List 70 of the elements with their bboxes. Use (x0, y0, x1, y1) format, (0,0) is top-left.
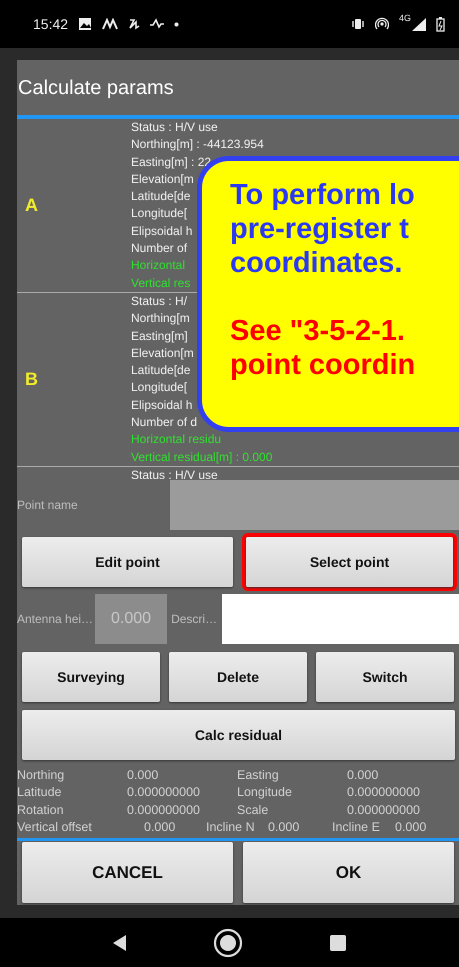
residual-text: Vertical res (131, 274, 190, 292)
callout-text: To perform lo pre-register t coordinates. (230, 178, 416, 280)
info-text: Longitude[ (131, 205, 188, 222)
point-label: B (25, 369, 38, 390)
result-value: 0.000000000 (347, 784, 421, 802)
info-text: Northing[m (131, 310, 190, 328)
field-label: Antenna hei… (17, 612, 94, 626)
network-type: 4G (398, 13, 411, 23)
description-field[interactable] (222, 594, 459, 644)
action-button[interactable]: Delete (169, 652, 307, 702)
hotspot-icon (374, 17, 389, 31)
zigzag-icon (102, 18, 118, 30)
info-text: Status : H/V use (131, 119, 218, 136)
result-label: Incline N (206, 819, 256, 836)
result-label: Vertical offset (17, 819, 93, 836)
info-text: Number of d (131, 414, 198, 432)
field-label: Descri… (171, 612, 218, 626)
result-value: 0.000 (268, 819, 300, 836)
result-value: 0.000000000 (127, 802, 201, 819)
result-label: Scale (237, 802, 270, 819)
result-value: 0.000000000 (347, 802, 421, 819)
result-label: Northing (17, 767, 66, 784)
dot-icon (174, 22, 180, 26)
info-text: Status : H/V use (131, 467, 218, 479)
result-value: 0.000 (395, 819, 428, 836)
result-value: 0.000 (144, 819, 176, 836)
action-button[interactable]: Edit point (22, 537, 233, 587)
info-text: Elevation[m (131, 170, 194, 188)
callout-text: See "3-5-2-1. point coordin (230, 314, 416, 382)
result-value: 0.000 (127, 767, 160, 784)
squiggle-icon (128, 17, 140, 31)
action-button[interactable]: Select point (246, 537, 453, 587)
pulse-icon (150, 18, 164, 30)
back-icon[interactable] (113, 934, 128, 950)
info-text: Elipsoidal h (131, 396, 192, 414)
result-value: 0.000000000 (127, 784, 201, 802)
dialog-title: Calculate params (17, 76, 175, 101)
info-text: Northing[m] : -44123.954 (131, 136, 264, 154)
clock-time: 15:42 (33, 16, 68, 32)
calc-residual-button[interactable]: Calc residual (22, 710, 455, 760)
home-icon[interactable] (213, 928, 244, 958)
info-text: Latitude[de (131, 188, 190, 206)
info-text: Latitude[de (131, 362, 190, 380)
vibrate-icon (350, 18, 365, 30)
result-label: Incline E (332, 819, 381, 836)
info-text: Easting[m] (131, 328, 188, 345)
residual-text: Vertical residual[m] : 0.000 (131, 448, 272, 466)
info-text: Elipsoidal h (131, 222, 192, 240)
residual-text: Horizontal residu (131, 431, 222, 448)
info-text: Number of (131, 240, 188, 258)
info-text: Elevation[m (131, 344, 194, 362)
residual-text: Horizontal (131, 257, 186, 274)
result-label: Latitude (17, 784, 62, 802)
result-label: Rotation (17, 802, 65, 819)
info-text: Longitude[ (131, 379, 188, 396)
result-value: 0.000 (347, 767, 380, 784)
result-label: Easting (237, 767, 280, 784)
cancel-button[interactable]: CANCEL (22, 842, 233, 903)
action-button[interactable]: Surveying (22, 652, 160, 702)
result-label: Longitude (237, 784, 293, 802)
battery-icon (436, 16, 445, 32)
info-text: Status : H/ (131, 293, 188, 310)
ok-button[interactable]: OK (243, 842, 454, 903)
image-icon (78, 17, 92, 31)
recents-icon[interactable] (330, 934, 346, 950)
signal-icon (412, 17, 426, 31)
field-label: Point name (17, 498, 78, 512)
action-button[interactable]: Switch (316, 652, 454, 702)
input-field[interactable] (170, 480, 459, 530)
point-label: A (25, 195, 38, 216)
